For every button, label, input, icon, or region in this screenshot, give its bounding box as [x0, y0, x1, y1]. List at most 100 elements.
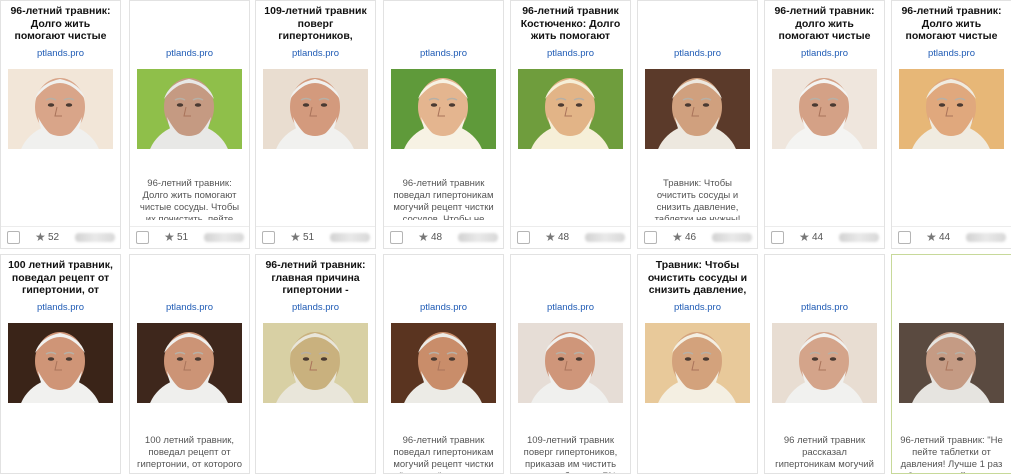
teaser-title[interactable]	[642, 5, 753, 42]
blurred-stat	[75, 233, 115, 242]
teaser-card[interactable]: ptlands.pro 96 летний травник рассказал г…	[764, 254, 885, 474]
teaser-title[interactable]: 96-летний травник: Долго жить помогают ч…	[5, 5, 116, 42]
card-footer: ★ 48	[511, 226, 630, 248]
rating-count: 51	[177, 232, 189, 243]
card-footer: ★ 51	[256, 226, 375, 248]
teaser-card[interactable]: 96-летний травник: Долго жить помогают ч…	[891, 0, 1011, 249]
teaser-description[interactable]: 96-летний травник поведал гипертоникам м…	[390, 178, 497, 220]
teaser-title[interactable]	[388, 259, 499, 296]
card-footer: ★ 52	[1, 226, 120, 248]
teaser-domain-link[interactable]: ptlands.pro	[638, 302, 757, 313]
teaser-description[interactable]: Травник: Чтобы очистить сосуды и снизить…	[644, 178, 751, 220]
teaser-description[interactable]: 100 летний травник, поведал рецепт от ги…	[136, 435, 243, 473]
teaser-card[interactable]: 96-летний травник: главная причина гипер…	[255, 254, 376, 474]
select-checkbox[interactable]	[390, 231, 403, 244]
select-checkbox[interactable]	[898, 231, 911, 244]
teaser-card[interactable]: ptlands.pro 96-летний травник: Долго жить…	[129, 0, 250, 249]
teaser-title[interactable]: 96-летний травник: главная причина гипер…	[260, 259, 371, 296]
teaser-domain-link[interactable]: ptlands.pro	[511, 302, 630, 313]
teaser-card[interactable]: 96-летний травник Костюченко: Долго жить…	[510, 0, 631, 249]
teaser-photo[interactable]	[391, 323, 496, 403]
teaser-description[interactable]	[644, 435, 751, 473]
rating-count: 52	[48, 232, 60, 243]
teaser-description[interactable]	[771, 178, 878, 220]
teaser-photo[interactable]	[137, 69, 242, 149]
teaser-domain-link[interactable]: ptlands.pro	[130, 302, 249, 313]
blurred-stat	[712, 233, 752, 242]
blurred-stat	[458, 233, 498, 242]
rating-count: 44	[939, 232, 951, 243]
blurred-stat	[204, 233, 244, 242]
teaser-description[interactable]: 96-летний травник: Долго жить помогают ч…	[136, 178, 243, 220]
teaser-card[interactable]: ptlands.pro Травник: Чтобы очистить сосуд…	[637, 0, 758, 249]
teaser-card[interactable]: 96-летний травник: "Не пейте таблетки от…	[891, 254, 1011, 474]
teaser-description[interactable]: 96 летний травник рассказал гипертоникам…	[771, 435, 878, 473]
teaser-card[interactable]: ptlands.pro 109-летний травник поверг гип…	[510, 254, 631, 474]
teaser-photo[interactable]	[518, 69, 623, 149]
teaser-card[interactable]: 109-летний травник поверг гипертоников, …	[255, 0, 376, 249]
teaser-description[interactable]: 96-летний травник поведал гипертоникам м…	[390, 435, 497, 473]
teaser-photo[interactable]	[899, 323, 1004, 403]
teaser-photo[interactable]	[645, 69, 750, 149]
teaser-domain-link[interactable]: ptlands.pro	[765, 302, 884, 313]
teaser-domain-link[interactable]: ptlands.pro	[892, 48, 1011, 59]
teaser-title[interactable]	[896, 259, 1007, 296]
teaser-card[interactable]: ptlands.pro 96-летний травник поведал гип…	[383, 254, 504, 474]
select-checkbox[interactable]	[262, 231, 275, 244]
teaser-title[interactable]: Травник: Чтобы очистить сосуды и снизить…	[642, 259, 753, 296]
teaser-title[interactable]: 100 летний травник, поведал рецепт от ги…	[5, 259, 116, 296]
star-icon: ★	[290, 230, 301, 244]
teaser-card[interactable]: ptlands.pro 96-летний травник поведал гип…	[383, 0, 504, 249]
teaser-description[interactable]	[262, 435, 369, 473]
teaser-title[interactable]: 96-летний травник Костюченко: Долго жить…	[515, 5, 626, 42]
teaser-photo[interactable]	[8, 69, 113, 149]
select-checkbox[interactable]	[517, 231, 530, 244]
teaser-domain-link[interactable]: ptlands.pro	[384, 302, 503, 313]
teaser-domain-link[interactable]: ptlands.pro	[1, 302, 120, 313]
teaser-card[interactable]: 96-летний травник: Долго жить помогают ч…	[0, 0, 121, 249]
select-checkbox[interactable]	[644, 231, 657, 244]
teaser-domain-link[interactable]: ptlands.pro	[256, 302, 375, 313]
teaser-photo[interactable]	[263, 323, 368, 403]
select-checkbox[interactable]	[136, 231, 149, 244]
teaser-photo[interactable]	[391, 69, 496, 149]
teaser-card[interactable]: ptlands.pro 100 летний травник, поведал р…	[129, 254, 250, 474]
teaser-title[interactable]	[134, 259, 245, 296]
teaser-domain-link[interactable]: ptlands.pro	[511, 48, 630, 59]
teaser-title[interactable]	[769, 259, 880, 296]
teaser-photo[interactable]	[772, 323, 877, 403]
teaser-description[interactable]	[517, 178, 624, 220]
teaser-domain-link[interactable]: ptlands.pro	[638, 48, 757, 59]
teaser-photo[interactable]	[899, 69, 1004, 149]
teaser-card[interactable]: 96-летний травник: долго жить помогают ч…	[764, 0, 885, 249]
teaser-photo[interactable]	[137, 323, 242, 403]
teaser-title[interactable]: 109-летний травник поверг гипертоников, …	[260, 5, 371, 42]
teaser-title[interactable]	[515, 259, 626, 296]
teaser-card[interactable]: Травник: Чтобы очистить сосуды и снизить…	[637, 254, 758, 474]
card-footer: ★ 44	[765, 226, 884, 248]
teaser-domain-link[interactable]: ptlands.pro	[256, 48, 375, 59]
teaser-photo[interactable]	[518, 323, 623, 403]
teaser-title[interactable]: 96-летний травник: Долго жить помогают ч…	[896, 5, 1007, 42]
teaser-card[interactable]: 100 летний травник, поведал рецепт от ги…	[0, 254, 121, 474]
teaser-photo[interactable]	[263, 69, 368, 149]
select-checkbox[interactable]	[7, 231, 20, 244]
teaser-description[interactable]	[7, 435, 114, 473]
teaser-title[interactable]: 96-летний травник: долго жить помогают ч…	[769, 5, 880, 42]
teaser-photo[interactable]	[645, 323, 750, 403]
teaser-photo[interactable]	[8, 323, 113, 403]
teaser-description[interactable]	[262, 178, 369, 220]
teaser-description[interactable]: 96-летний травник: "Не пейте таблетки от…	[898, 435, 1005, 473]
teaser-photo[interactable]	[772, 69, 877, 149]
teaser-domain-link[interactable]: ptlands.pro	[384, 48, 503, 59]
teaser-title[interactable]	[134, 5, 245, 42]
teaser-description[interactable]: 109-летний травник поверг гипертоников, …	[517, 435, 624, 473]
select-checkbox[interactable]	[771, 231, 784, 244]
teaser-description[interactable]	[7, 178, 114, 220]
teaser-description[interactable]	[898, 178, 1005, 220]
teaser-title[interactable]	[388, 5, 499, 42]
teaser-domain-link[interactable]: ptlands.pro	[1, 48, 120, 59]
teaser-domain-link[interactable]: ptlands.pro	[765, 48, 884, 59]
blurred-stat	[585, 233, 625, 242]
teaser-domain-link[interactable]: ptlands.pro	[130, 48, 249, 59]
